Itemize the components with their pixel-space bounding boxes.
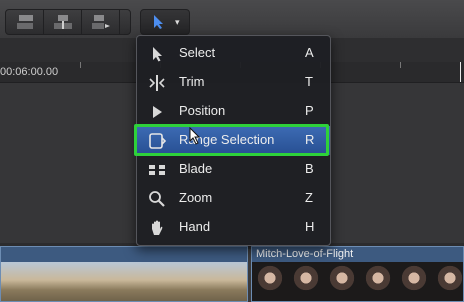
mouse-cursor-icon [189, 127, 201, 145]
clip-thumbnail [288, 262, 324, 301]
ruler-timecode: 00:06:00.00 [0, 66, 59, 78]
menu-item-shortcut: H [305, 219, 315, 234]
edit-button-group [5, 9, 131, 35]
edit-menu-button[interactable] [120, 10, 130, 34]
toolbar: ▾ [0, 0, 464, 39]
clip-filmstrip [252, 262, 463, 301]
menu-item-label: Select [179, 45, 216, 60]
arrow-icon [154, 15, 163, 29]
zoom-icon [149, 191, 165, 207]
clip-thumbnail [396, 262, 432, 301]
menu-item-hand[interactable]: Hand H [137, 213, 330, 242]
ruler-tick [80, 62, 81, 68]
menu-item-shortcut: A [305, 45, 314, 60]
clip-thumbnail [432, 262, 463, 301]
highlight-box [134, 124, 329, 156]
append-icon [92, 15, 111, 29]
clip-thumbnail [187, 262, 247, 301]
insert-icon [54, 15, 73, 29]
clip-label: Mitch-Love-of-Flight [256, 248, 354, 260]
clip[interactable] [0, 246, 248, 302]
menu-item-blade[interactable]: Blade B [137, 155, 330, 184]
tool-selector-button[interactable]: ▾ [140, 9, 190, 35]
ruler-tick [400, 62, 401, 68]
menu-item-shortcut: Z [305, 190, 313, 205]
clip-thumbnail [1, 262, 63, 301]
blade-icon [149, 163, 165, 177]
clip-thumbnail [324, 262, 360, 301]
trim-icon [149, 75, 165, 91]
menu-item-shortcut: B [305, 161, 314, 176]
playhead[interactable] [460, 62, 461, 82]
menu-item-select[interactable]: Select A [137, 39, 330, 68]
clip-filmstrip [1, 262, 247, 301]
connect-icon [17, 15, 33, 29]
menu-item-label: Zoom [179, 190, 213, 205]
menu-item-label: Hand [179, 219, 211, 234]
append-button[interactable] [82, 10, 121, 34]
menu-item-label: Trim [179, 74, 205, 89]
menu-item-shortcut: T [305, 74, 313, 89]
clip-thumbnail [125, 262, 187, 301]
position-icon [153, 106, 162, 118]
clip-thumbnail [360, 262, 396, 301]
insert-button[interactable] [44, 10, 83, 34]
menu-item-label: Position [179, 103, 226, 118]
menu-item-label: Blade [179, 161, 213, 176]
menu-item-trim[interactable]: Trim T [137, 68, 330, 97]
menu-item-position[interactable]: Position P [137, 97, 330, 126]
clip[interactable]: Mitch-Love-of-Flight [251, 246, 464, 302]
clip-thumbnail [63, 262, 125, 301]
clip-thumbnail [252, 262, 288, 301]
menu-item-shortcut: P [305, 103, 314, 118]
chevron-down-icon: ▾ [175, 17, 180, 27]
hand-icon [152, 220, 163, 235]
arrow-icon [153, 47, 162, 62]
menu-item-zoom[interactable]: Zoom Z [137, 184, 330, 213]
connect-button[interactable] [6, 10, 45, 34]
